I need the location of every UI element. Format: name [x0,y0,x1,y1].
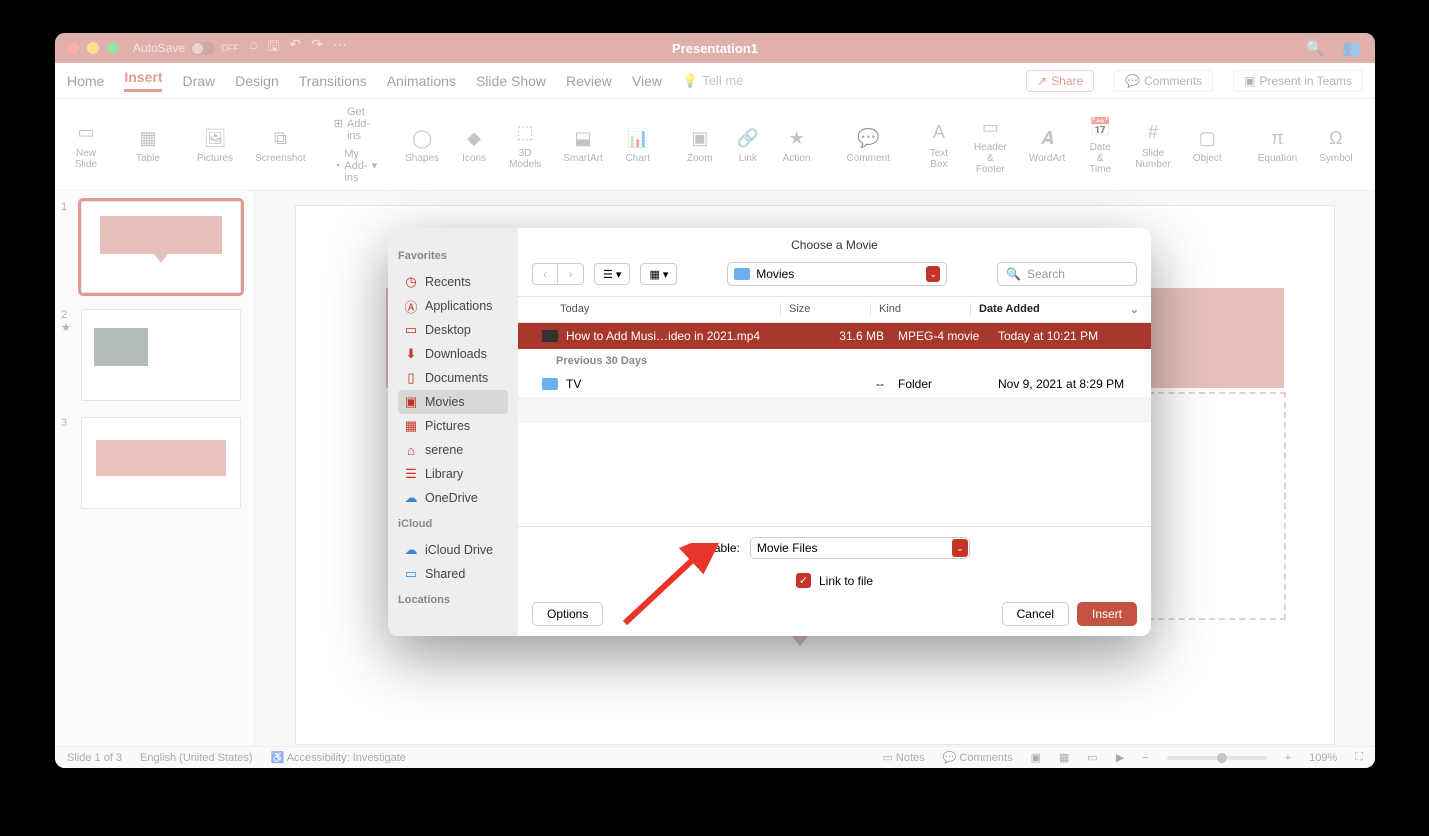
clock-icon: ◷ [404,275,418,289]
sidebar-item-pictures[interactable]: ▦Pictures [398,414,508,438]
sidebar-item-movies[interactable]: ▣Movies [398,390,508,414]
app-icon: Ⓐ [404,299,418,313]
link-to-file-label: Link to file [819,574,873,588]
download-icon: ⬇ [404,347,418,361]
location-selector[interactable]: Movies ⌄ [727,262,947,286]
empty-row [518,397,1151,423]
onedrive-icon: ☁ [404,491,418,505]
folder-size: -- [808,377,898,391]
locations-header: Locations [398,594,508,606]
icloud-icon: ☁ [404,543,418,557]
view-list-button[interactable]: ☰ ▾ [594,263,630,285]
folder-icon [734,268,750,280]
sidebar-item-onedrive[interactable]: ☁OneDrive [398,486,508,510]
folder-icon [542,378,558,390]
file-name: How to Add Musi…ideo in 2021.mp4 [566,329,808,343]
doc-icon: ▯ [404,371,418,385]
sidebar-item-home[interactable]: ⌂serene [398,438,508,462]
shared-icon: ▭ [404,567,418,581]
search-icon: 🔍 [1006,267,1021,281]
link-to-file-row[interactable]: ✓ Link to file [532,573,1137,588]
nav-buttons: ‹ › [532,263,584,285]
insert-button[interactable]: Insert [1077,602,1137,626]
enable-label: Enable: [699,541,740,555]
sidebar-item-documents[interactable]: ▯Documents [398,366,508,390]
dialog-bottom: Enable: Movie Files ⌄ ✓ Link to file Opt… [518,526,1151,636]
folder-row[interactable]: TV -- Folder Nov 9, 2021 at 8:29 PM [518,371,1151,397]
movie-icon: ▣ [404,395,418,409]
col-date[interactable]: Date Added ⌄ [970,303,1139,316]
library-icon: ☰ [404,467,418,481]
folder-kind: Folder [898,377,998,391]
file-dialog: Favorites ◷Recents ⒶApplications ▭Deskto… [388,228,1151,636]
file-kind: MPEG-4 movie [898,329,998,343]
checkbox-checked-icon[interactable]: ✓ [796,573,811,588]
sidebar-item-library[interactable]: ☰Library [398,462,508,486]
search-field[interactable]: 🔍 Search [997,262,1137,286]
enable-select[interactable]: Movie Files ⌄ [750,537,970,559]
file-date: Today at 10:21 PM [998,329,1139,343]
dialog-sidebar: Favorites ◷Recents ⒶApplications ▭Deskto… [388,228,518,636]
enable-row: Enable: Movie Files ⌄ [532,537,1137,559]
sidebar-item-downloads[interactable]: ⬇Downloads [398,342,508,366]
app-window: AutoSave OFF ⌂ 🖫 ↶ ↷ ⋯ Presentation1 🔍 👥… [55,33,1375,768]
home-icon: ⌂ [404,443,418,457]
video-thumb-icon [542,330,558,342]
file-size: 31.6 MB [808,329,898,343]
view-group-button[interactable]: ▦ ▾ [640,263,677,285]
group-header: Previous 30 Days [518,349,1151,371]
icloud-header: iCloud [398,518,508,530]
sidebar-item-shared[interactable]: ▭Shared [398,562,508,586]
search-placeholder: Search [1027,267,1065,281]
sidebar-item-applications[interactable]: ⒶApplications [398,294,508,318]
pic-icon: ▦ [404,419,418,433]
sidebar-item-desktop[interactable]: ▭Desktop [398,318,508,342]
chevron-updown-icon: ⌄ [952,539,968,557]
desktop-icon: ▭ [404,323,418,337]
col-kind[interactable]: Kind [870,303,970,316]
col-size[interactable]: Size [780,303,870,316]
options-button[interactable]: Options [532,602,603,626]
folder-name: TV [566,377,808,391]
favorites-header: Favorites [398,250,508,262]
sidebar-item-icloud-drive[interactable]: ☁iCloud Drive [398,538,508,562]
chevron-updown-icon: ⌄ [926,266,940,282]
location-label: Movies [756,267,794,281]
dialog-toolbar: ‹ › ☰ ▾ ▦ ▾ Movies ⌄ 🔍 Search [518,258,1151,296]
folder-date: Nov 9, 2021 at 8:29 PM [998,377,1139,391]
file-row[interactable]: How to Add Musi…ideo in 2021.mp4 31.6 MB… [518,323,1151,349]
col-name[interactable]: Today [530,303,780,316]
back-button[interactable]: ‹ [532,263,558,285]
sidebar-item-recents[interactable]: ◷Recents [398,270,508,294]
file-list: How to Add Musi…ideo in 2021.mp4 31.6 MB… [518,323,1151,526]
dialog-title: Choose a Movie [518,228,1151,258]
cancel-button[interactable]: Cancel [1002,602,1069,626]
forward-button[interactable]: › [558,263,584,285]
dialog-buttons: Options Cancel Insert [532,602,1137,626]
column-headers[interactable]: Today Size Kind Date Added ⌄ [518,296,1151,323]
dialog-main: Choose a Movie ‹ › ☰ ▾ ▦ ▾ Movies ⌄ [518,228,1151,636]
